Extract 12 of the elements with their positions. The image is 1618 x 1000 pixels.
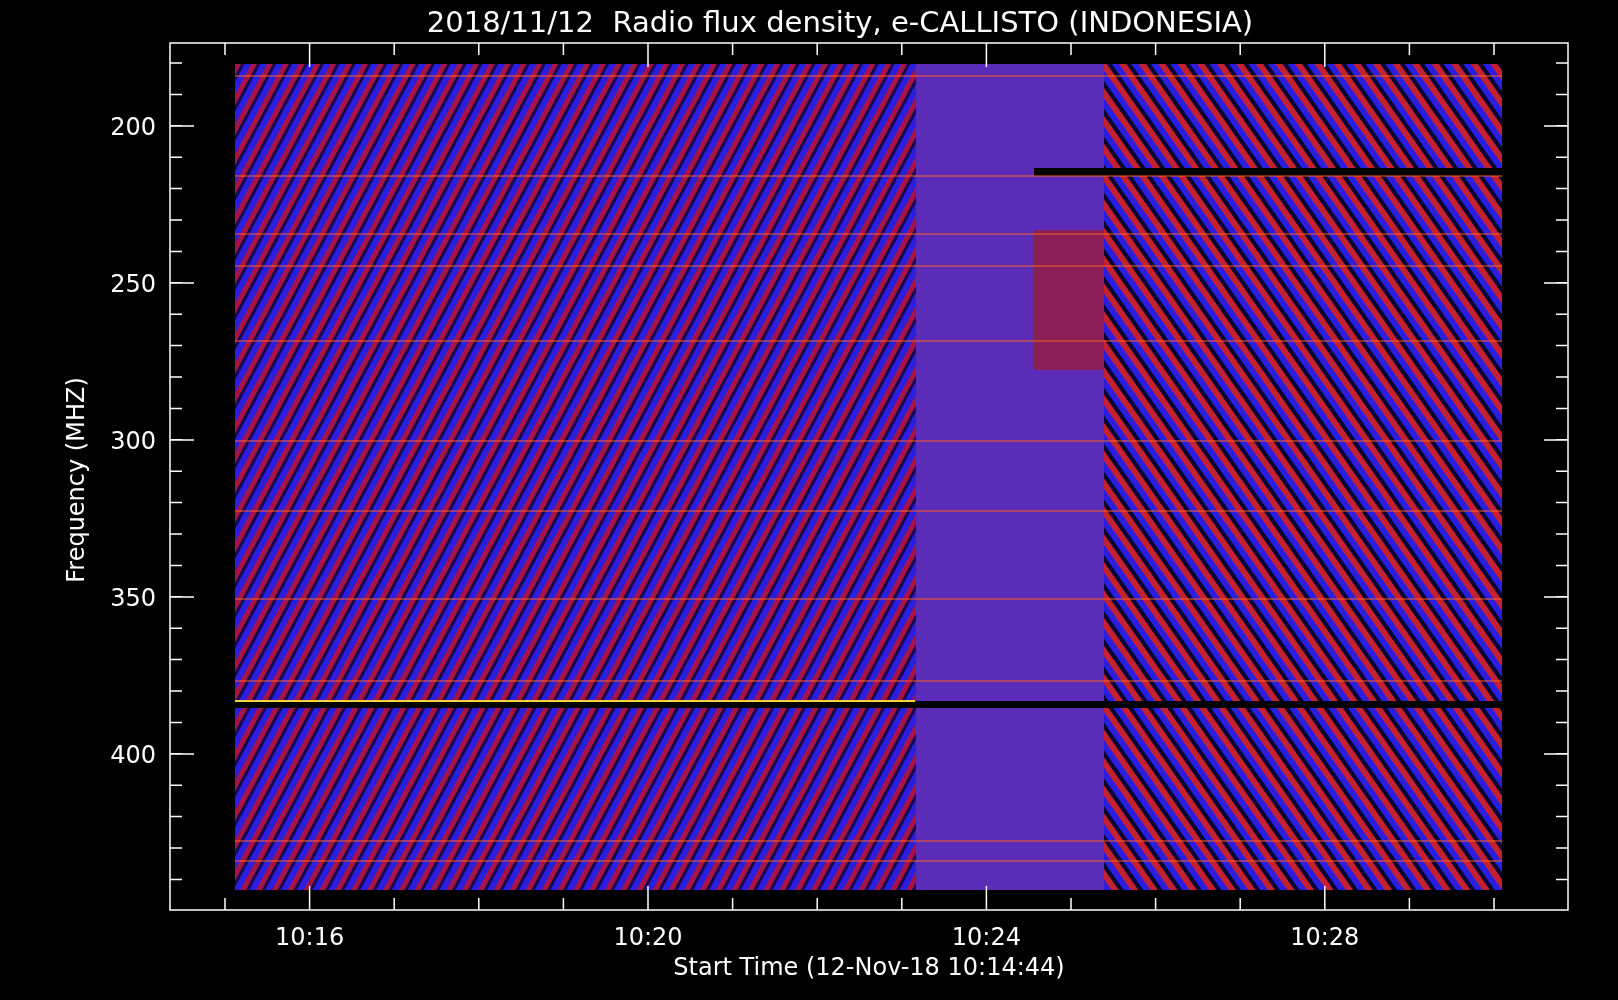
y-tick-label: 300 <box>110 427 156 455</box>
x-tick-label: 10:16 <box>275 923 345 951</box>
y-tick-label: 200 <box>110 113 156 141</box>
x-tick-label: 10:20 <box>613 923 683 951</box>
x-tick-label: 10:28 <box>1290 923 1360 951</box>
y-axis-label: Frequency (MHZ) <box>62 377 90 583</box>
y-tick-label: 400 <box>110 741 156 769</box>
x-axis-label: Start Time (12-Nov-18 10:14:44) <box>673 953 1065 981</box>
y-tick-label: 250 <box>110 270 156 298</box>
x-tick-label: 10:24 <box>951 923 1021 951</box>
y-tick-label: 350 <box>110 584 156 612</box>
chart-title: 2018/11/12 Radio flux density, e-CALLISTO (INDONESIA) <box>426 5 1254 39</box>
